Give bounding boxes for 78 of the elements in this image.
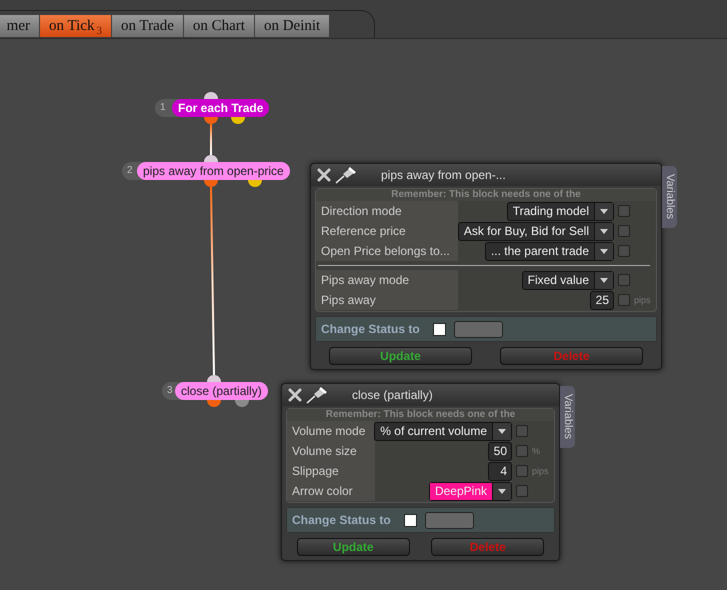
connector-line — [210, 124, 212, 155]
number-field[interactable]: 4 — [488, 462, 512, 480]
checkbox[interactable] — [516, 465, 528, 477]
tab[interactable]: on Tick$_{3}$ — [40, 15, 111, 37]
tab[interactable]: on Deinit — [254, 15, 330, 37]
field-label: Volume size — [287, 441, 375, 461]
close-icon[interactable] — [317, 168, 331, 182]
checkbox[interactable] — [516, 485, 528, 497]
dropdown[interactable]: ... the parent trade — [484, 242, 614, 260]
input-port[interactable] — [204, 92, 218, 99]
variables-tab[interactable]: Variables — [662, 166, 677, 228]
checkbox[interactable] — [618, 205, 630, 217]
dropdown-value: ... the parent trade — [490, 242, 590, 260]
checkbox[interactable] — [618, 225, 630, 237]
dropdown[interactable]: % of current volume — [374, 422, 512, 440]
unit-label: % — [532, 446, 542, 456]
pushpin-icon[interactable] — [306, 386, 328, 404]
node-label[interactable]: pips away from open-price — [137, 162, 290, 180]
caret-icon — [594, 272, 613, 288]
checkbox[interactable] — [618, 274, 630, 286]
dropdown-value: Trading model — [512, 202, 590, 220]
number-field[interactable]: 25 — [590, 290, 614, 310]
output-port[interactable] — [231, 117, 245, 124]
status-checkbox[interactable] — [433, 322, 446, 336]
output-port[interactable] — [204, 117, 218, 124]
caret-icon — [594, 222, 613, 240]
field-label: Open Price belongs to... — [316, 241, 458, 261]
update-button[interactable]: Update — [328, 347, 472, 365]
output-port[interactable] — [235, 400, 249, 407]
pushpin-icon[interactable] — [335, 166, 357, 184]
caret-icon — [594, 202, 613, 220]
dropdown[interactable]: Fixed value — [522, 270, 614, 290]
notice-text: Remember: This block needs one of the — [287, 409, 554, 421]
checkbox[interactable] — [618, 294, 630, 306]
dropdown-value: Fixed value — [526, 272, 590, 288]
status-label: Change Status to — [292, 513, 392, 527]
checkbox[interactable] — [516, 445, 528, 457]
dropdown[interactable]: Ask for Buy, Bid for Sell — [458, 222, 614, 240]
dropdown-value: DeepPink — [430, 482, 492, 500]
dropdown[interactable]: Trading model — [506, 202, 614, 220]
field-label: Volume mode — [287, 421, 374, 441]
field-label: Direction mode — [316, 201, 458, 221]
notice-text: Remember: This block needs one of the — [316, 189, 656, 201]
output-port[interactable] — [248, 180, 262, 187]
field-label: Pips away mode — [316, 270, 458, 290]
unit-label: pips — [634, 295, 652, 305]
status-field[interactable] — [425, 512, 474, 528]
panel-title: pips away from open-... — [381, 168, 506, 182]
number-field[interactable]: 50 — [488, 442, 512, 460]
tab[interactable]: on Trade — [112, 15, 183, 37]
input-port[interactable] — [207, 375, 221, 382]
panel-title: close (partially) — [352, 388, 433, 402]
output-port[interactable] — [204, 180, 218, 187]
caret-icon — [492, 482, 511, 500]
node-label[interactable]: For each Trade — [172, 99, 270, 117]
status-label: Change Status to — [321, 322, 421, 336]
field-label: Arrow color — [287, 481, 375, 501]
variables-tab[interactable]: Variables — [560, 386, 575, 448]
node-label[interactable]: close (partially) — [175, 382, 268, 400]
caret-icon — [492, 422, 511, 440]
field-label: Reference price — [316, 221, 458, 241]
tab[interactable]: mer — [0, 15, 39, 37]
dropdown-value: % of current volume — [379, 422, 488, 440]
caret-icon — [594, 242, 613, 260]
checkbox[interactable] — [618, 245, 630, 257]
field-label: Slippage — [287, 461, 375, 481]
update-button[interactable]: Update — [296, 538, 410, 556]
field-label: Pips away — [316, 290, 458, 310]
dropdown[interactable]: DeepPink — [428, 482, 512, 500]
status-checkbox[interactable] — [404, 514, 417, 526]
close-icon[interactable] — [288, 388, 302, 402]
checkbox[interactable] — [516, 425, 528, 437]
output-port[interactable] — [207, 400, 221, 407]
unit-label: pips — [532, 466, 550, 476]
status-field[interactable] — [454, 320, 503, 338]
input-port[interactable] — [204, 155, 218, 162]
dropdown-value: Ask for Buy, Bid for Sell — [462, 222, 590, 240]
tab[interactable]: on Chart — [184, 15, 254, 37]
